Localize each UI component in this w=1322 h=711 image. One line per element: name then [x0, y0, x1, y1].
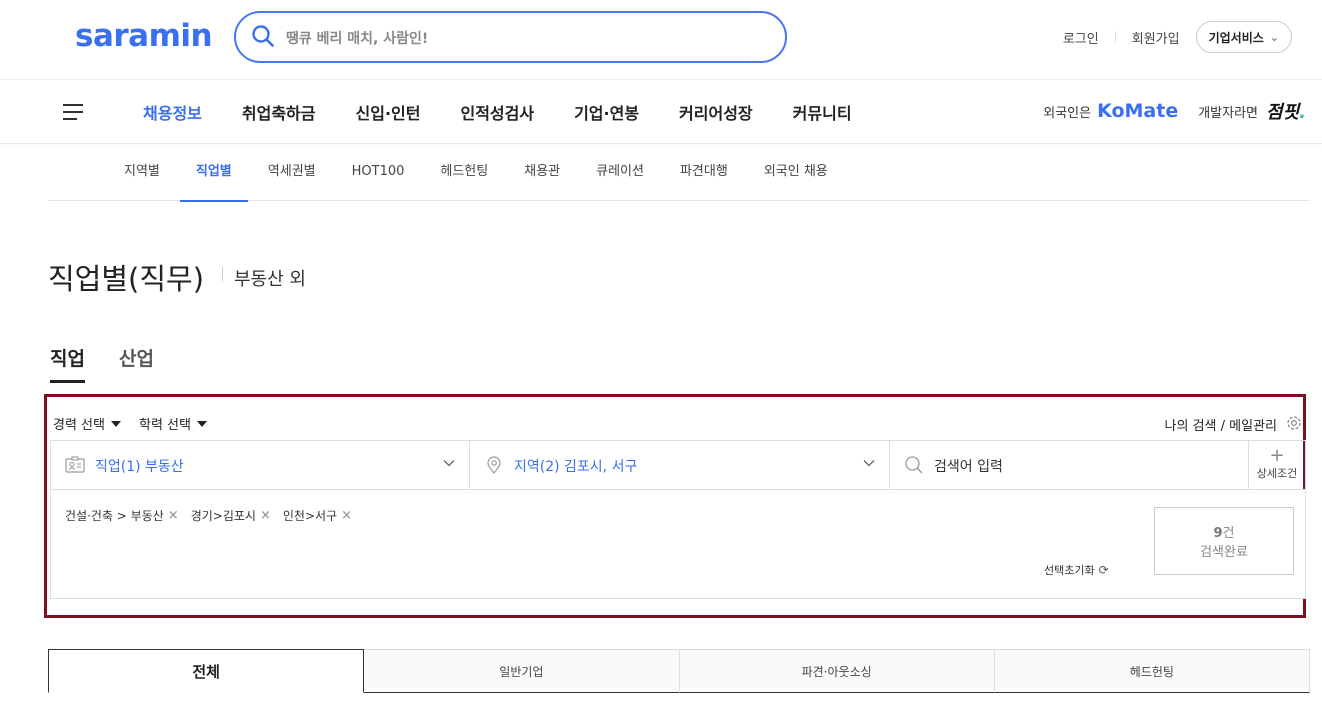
job-select[interactable]: 직업(1) 부동산	[51, 441, 470, 489]
subnav-region[interactable]: 지역별	[124, 144, 160, 201]
foreigner-label: 외국인은	[1043, 105, 1092, 121]
career-select[interactable]: 경력 선택	[53, 414, 121, 433]
subnav-station[interactable]: 역세권별	[268, 144, 316, 201]
corp-service-label: 기업서비스	[1208, 30, 1264, 45]
page-title: 직업별(직무)	[48, 262, 205, 296]
filter-select-row: 직업(1) 부동산 지역(2) 김포시, 서구 검색어 입력 + 상세조건	[50, 440, 1306, 490]
chip-job: 건설·건축 > 부동산 ×	[65, 507, 179, 524]
tab-all[interactable]: 전체	[48, 649, 365, 693]
chip-region-seogu: 인천>서구 ×	[283, 507, 352, 524]
subnav-job[interactable]: 직업별	[179, 144, 248, 202]
search-bar[interactable]: 땡큐 베리 매치, 사람인!	[234, 11, 787, 63]
career-select-label: 경력 선택	[53, 418, 105, 433]
divider	[222, 267, 223, 281]
caret-down-icon	[196, 420, 207, 427]
main-nav: 채용정보 취업축하금 신입·인턴 인적성검사 기업·연봉 커리어성장 커뮤니티 …	[0, 80, 1322, 144]
result-label: 검색완료	[1200, 545, 1248, 560]
page-subtitle: 부동산 외	[234, 269, 306, 290]
education-select[interactable]: 학력 선택	[139, 414, 207, 433]
region-select-value: 지역(2) 김포시, 서구	[514, 459, 638, 475]
tab-industry[interactable]: 산업	[119, 344, 154, 383]
subnav-headhunting[interactable]: 헤드헌팅	[440, 144, 488, 201]
login-link[interactable]: 로그인	[1047, 28, 1115, 47]
developer-label: 개발자라면	[1198, 105, 1259, 121]
search-icon[interactable]	[252, 25, 274, 47]
jeompit-text: 점핏	[1266, 102, 1300, 123]
region-select[interactable]: 지역(2) 김포시, 서구	[470, 441, 890, 489]
close-icon[interactable]: ×	[341, 508, 352, 523]
reset-label: 선택초기화	[1044, 564, 1095, 577]
corp-service-button[interactable]: 기업서비스 ⌄	[1195, 21, 1292, 53]
nav-item-company-salary[interactable]: 기업·연봉	[574, 100, 639, 124]
category-tabs: 직업 산업	[50, 344, 188, 383]
saramin-logo[interactable]: saramin	[75, 18, 213, 54]
tab-general[interactable]: 일반기업	[364, 649, 680, 693]
plus-icon: +	[1269, 445, 1285, 466]
subnav-dispatch[interactable]: 파견대행	[680, 144, 728, 201]
id-card-icon	[65, 456, 85, 473]
selected-conditions: 건설·건축 > 부동산 × 경기>김포시 × 인천>서구 × 선택초기화 ⟳ 9…	[50, 490, 1306, 599]
nav-item-community[interactable]: 커뮤니티	[793, 100, 852, 124]
job-select-value: 직업(1) 부동산	[95, 459, 184, 475]
nav-item-jobs[interactable]: 채용정보	[143, 100, 202, 124]
my-search-link[interactable]: 나의 검색 / 메일관리	[1165, 415, 1277, 434]
search-icon	[905, 456, 923, 474]
tab-dispatch-outsourcing[interactable]: 파견·아웃소싱	[679, 649, 995, 693]
close-icon[interactable]: ×	[168, 508, 179, 523]
location-pin-icon	[487, 456, 501, 474]
signup-link[interactable]: 회원가입	[1116, 28, 1196, 47]
jeompit-logo[interactable]: 점핏.	[1266, 98, 1306, 124]
refresh-icon: ⟳	[1098, 563, 1109, 577]
search-input[interactable]: 땡큐 베리 매치, 사람인!	[286, 28, 428, 48]
keyword-field[interactable]: 검색어 입력	[890, 441, 1249, 489]
filter-panel: 경력 선택 학력 선택 나의 검색 / 메일관리 직업(1) 부동산 지역(2)…	[44, 394, 1306, 618]
subnav-curation[interactable]: 큐레이션	[596, 144, 644, 201]
nav-item-aptitude[interactable]: 인적성검사	[460, 100, 534, 124]
subnav-recruit-hall[interactable]: 채용관	[524, 144, 560, 201]
search-result-button[interactable]: 9건 검색완료	[1154, 507, 1294, 575]
tab-job[interactable]: 직업	[50, 344, 85, 383]
chip-label: 경기>김포시	[190, 509, 256, 523]
subnav-hot100[interactable]: HOT100	[352, 144, 405, 201]
company-type-tabs: 전체 일반기업 파견·아웃소싱 헤드헌팅	[48, 649, 1310, 693]
chevron-down-icon	[443, 460, 455, 467]
close-icon[interactable]: ×	[260, 508, 271, 523]
chip-label: 건설·건축 > 부동산	[65, 509, 164, 523]
nav-item-bonus[interactable]: 취업축하금	[242, 100, 316, 124]
account-links: 로그인 회원가입 기업서비스 ⌄	[1047, 21, 1292, 53]
chip-region-gimpo: 경기>김포시 ×	[191, 507, 271, 524]
top-header: saramin 땡큐 베리 매치, 사람인! 로그인 회원가입 기업서비스 ⌄	[0, 0, 1322, 80]
sub-nav: 지역별 직업별 역세권별 HOT100 헤드헌팅 채용관 큐레이션 파견대행 외…	[48, 144, 1310, 202]
subnav-foreigner[interactable]: 외국인 채용	[764, 144, 828, 201]
tab-headhunting[interactable]: 헤드헌팅	[994, 649, 1310, 693]
partner-links: 외국인은 KoMate 개발자라면 점핏.	[1043, 98, 1306, 124]
detail-condition-button[interactable]: + 상세조건	[1249, 441, 1305, 489]
education-select-label: 학력 선택	[138, 418, 191, 433]
detail-condition-label: 상세조건	[1256, 467, 1298, 480]
reset-button[interactable]: 선택초기화 ⟳	[1044, 562, 1109, 578]
chevron-down-icon	[863, 460, 875, 467]
komate-logo[interactable]: KoMate	[1097, 100, 1178, 122]
result-count: 9건	[1213, 526, 1235, 541]
nav-item-intern[interactable]: 신입·인턴	[356, 100, 421, 124]
caret-down-icon	[110, 420, 121, 427]
keyword-input[interactable]: 검색어 입력	[934, 456, 1003, 476]
chevron-down-icon: ⌄	[1269, 30, 1279, 44]
gear-icon[interactable]	[1285, 414, 1303, 432]
nav-item-career[interactable]: 커리어성장	[679, 100, 753, 124]
menu-icon[interactable]	[63, 104, 83, 120]
chip-label: 인천>서구	[282, 509, 338, 523]
